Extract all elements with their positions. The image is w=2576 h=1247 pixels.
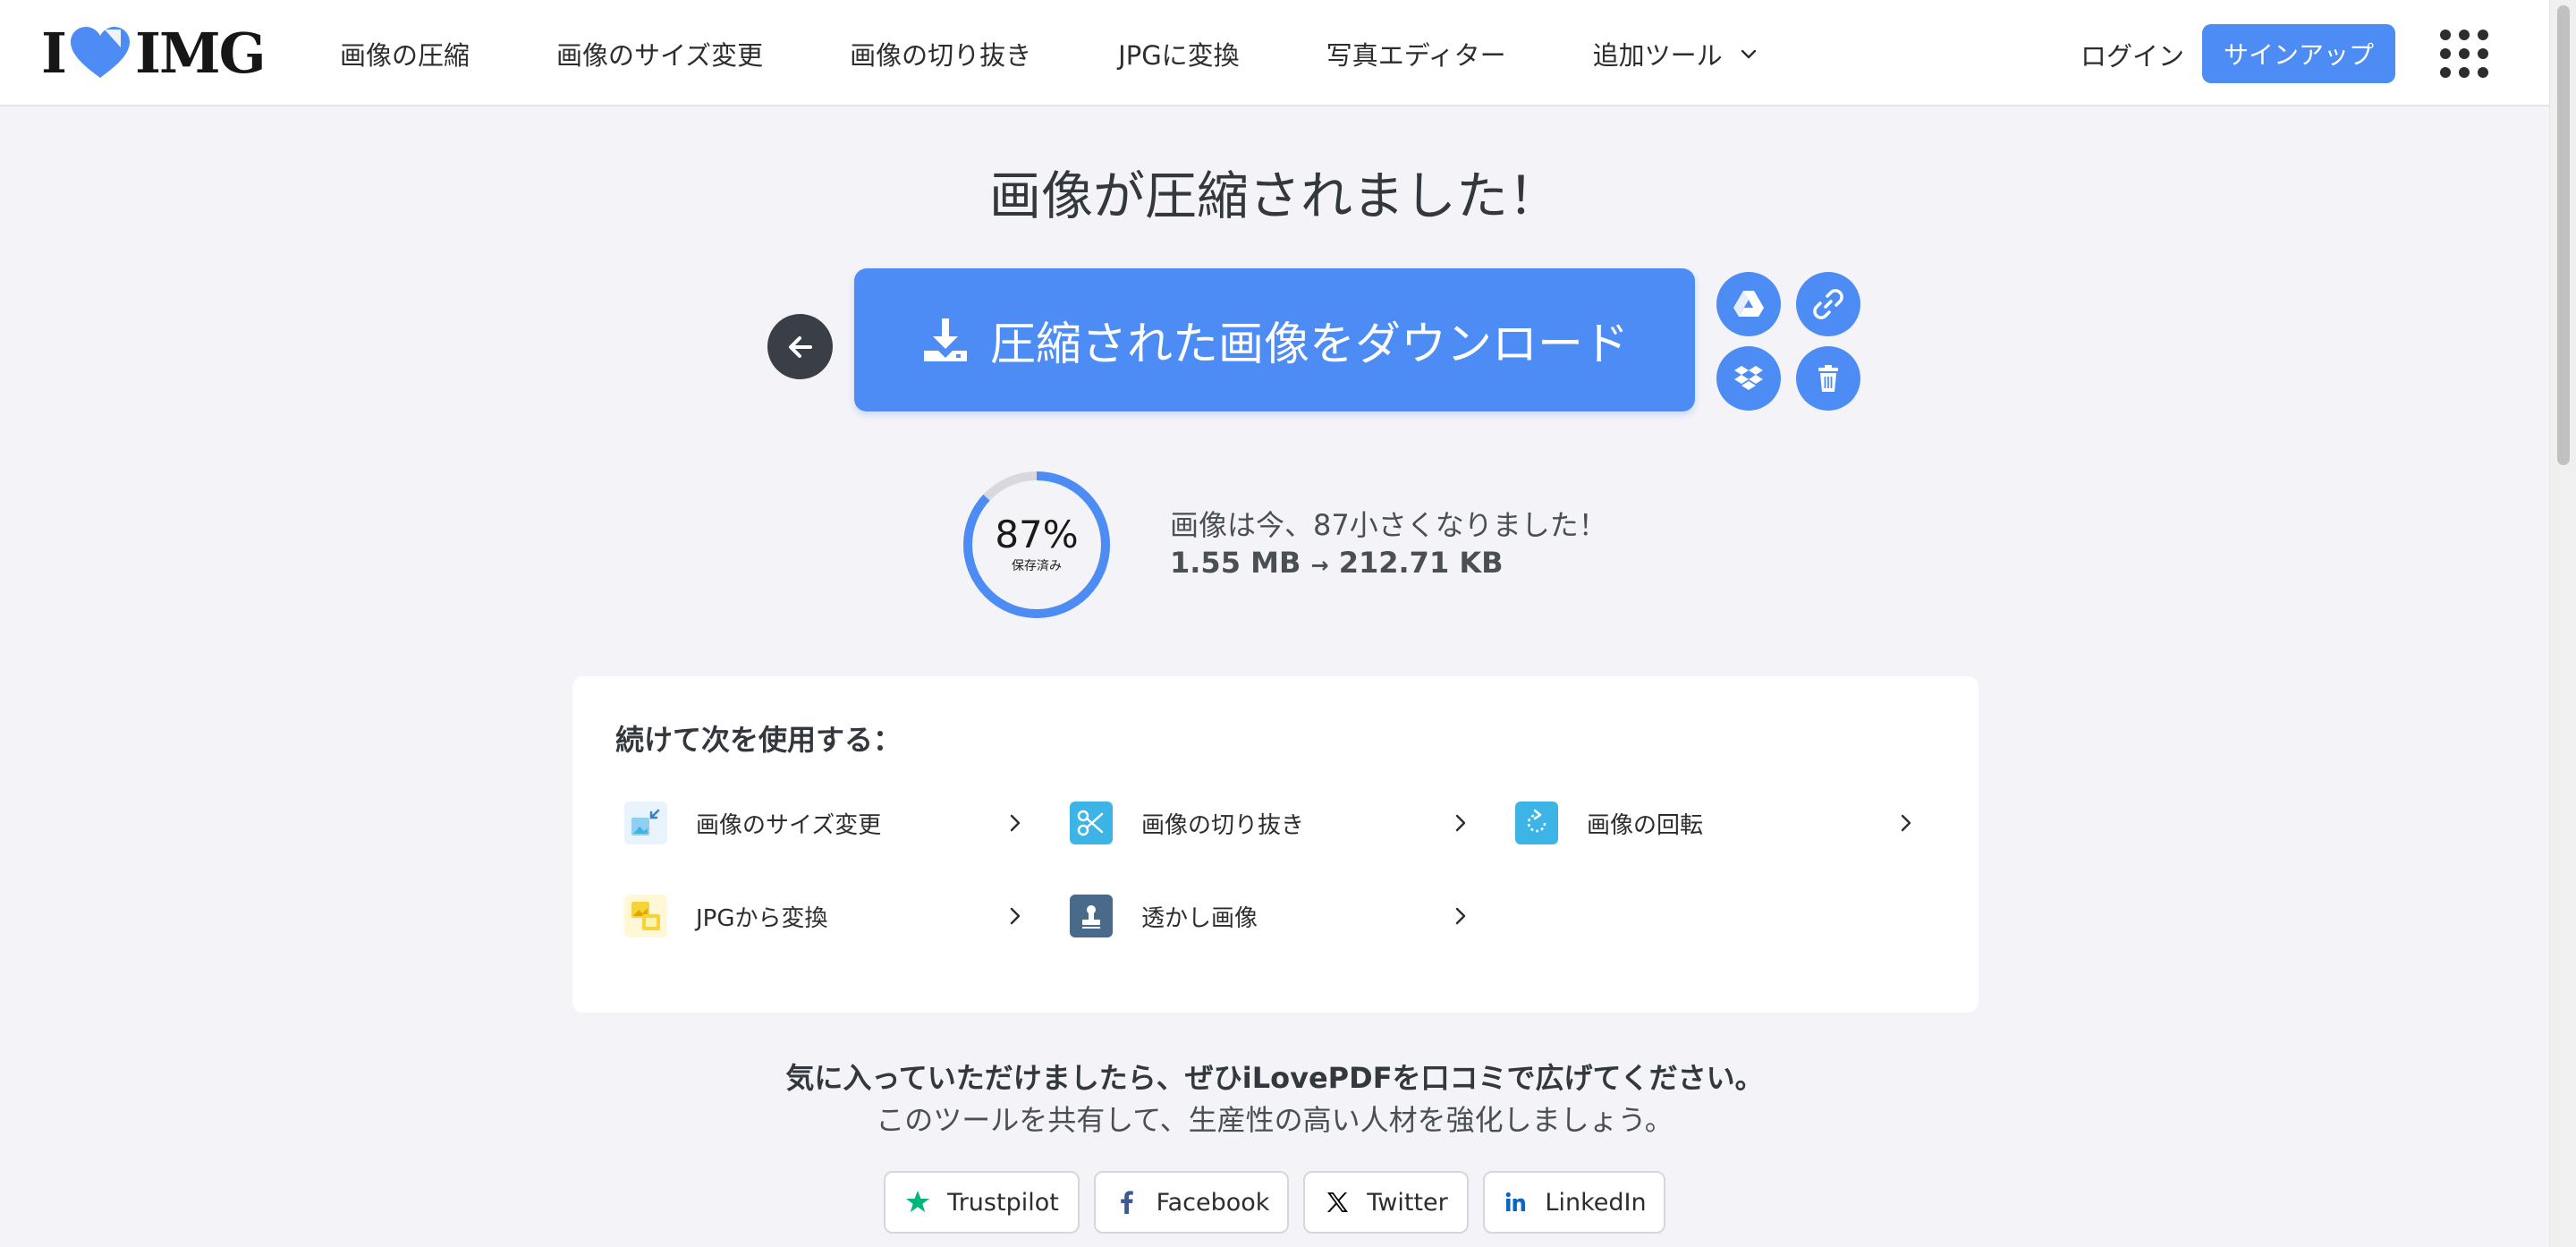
result-message: 画像は今、87小さくなりました！ [1170,508,1607,542]
continue-tools-card: 続けて次を使用する： 画像のサイズ変更 画像の切り抜き 画像の回転 JPGから変… [572,676,1979,1013]
nav-photo-editor[interactable]: 写真エディター [1326,35,1506,72]
share-prompt: 気に入っていただけましたら、ぜひiLovePDFを口コミで広げてください。 [785,1061,1764,1095]
savings-percent: 87% [995,513,1079,556]
tool-watermark-label: 透かし画像 [1141,904,1258,932]
download-compressed-image-button[interactable]: 圧縮された画像をダウンロード [854,268,1695,411]
login-link[interactable]: ログイン [2080,36,2184,73]
tool-convert-from-jpg[interactable]: JPGから変換 [615,889,1025,943]
nav-resize-image[interactable]: 画像のサイズ変更 [556,35,763,72]
size-arrow: → [1310,553,1329,578]
heart-logo-icon [71,27,131,78]
facebook-icon [1120,1191,1133,1214]
scissors-icon [1070,802,1113,844]
scrollbar-thumb[interactable] [2557,5,2570,465]
link-icon [1813,289,1843,319]
nav-compress-image[interactable]: 画像の圧縮 [340,35,470,72]
trustpilot-button[interactable]: Trustpilot [884,1171,1080,1234]
twitter-label: Twitter [1367,1188,1448,1217]
nav-crop-image[interactable]: 画像の切り抜き [850,35,1031,72]
savings-ring-label: 87% 保存済み [961,513,1113,574]
iloveimg-logo[interactable]: I IMG [41,21,267,86]
tool-rotate-label: 画像の回転 [1587,811,1704,839]
chevron-right-icon [1455,907,1466,925]
share-subtext: このツールを共有して、生産性の高い人材を強化しましょう。 [876,1103,1674,1137]
download-label: 圧縮された画像をダウンロード [989,318,1629,371]
continue-title: 続けて次を使用する： [615,723,902,757]
share-link-button[interactable] [1796,272,1860,336]
tool-crop-image[interactable]: 画像の切り抜き [1061,796,1470,850]
download-icon [923,318,967,361]
chevron-right-icon [1455,814,1466,832]
convert-from-jpg-icon [624,895,667,937]
save-to-dropbox-button[interactable] [1716,346,1781,411]
save-to-google-drive-button[interactable] [1716,272,1781,336]
arrow-left-icon [788,335,812,358]
logo-text-img: IMG [135,20,267,86]
tool-rotate-image[interactable]: 画像の回転 [1506,796,1916,850]
linkedin-label: LinkedIn [1545,1188,1647,1217]
chevron-right-icon [1901,814,1911,832]
delete-button[interactable] [1796,346,1860,411]
back-button[interactable] [767,314,833,379]
chevron-right-icon [1010,907,1021,925]
facebook-button[interactable]: Facebook [1094,1171,1289,1234]
watermark-icon [1070,895,1113,937]
size-before: 1.55 MB [1170,546,1301,580]
tool-convert-from-jpg-label: JPGから変換 [696,904,828,932]
tool-resize-label: 画像のサイズ変更 [696,811,882,839]
nav-convert-to-jpg[interactable]: JPGに変換 [1118,35,1240,72]
dropbox-icon [1734,366,1763,390]
nav-more-tools-label: 追加ツール [1592,39,1723,71]
tool-watermark-image[interactable]: 透かし画像 [1061,889,1470,943]
logo-text-i: I [41,20,67,86]
linkedin-button[interactable]: LinkedIn [1483,1171,1665,1234]
rotate-icon [1515,802,1558,844]
chevron-right-icon [1010,814,1021,832]
page-title: 画像が圧縮されました！ [988,165,1560,226]
facebook-label: Facebook [1156,1188,1270,1217]
main-nav: 画像の圧縮 画像のサイズ変更 画像の切り抜き JPGに変換 写真エディター 追加… [340,0,1845,106]
linkedin-icon [1506,1192,1526,1211]
trash-icon [1818,365,1838,392]
signup-button[interactable]: サインアップ [2202,24,2395,83]
nav-more-tools[interactable]: 追加ツール [1593,35,1758,72]
savings-sub-label: 保存済み [1012,559,1062,573]
google-drive-icon [1733,291,1764,317]
tool-resize-image[interactable]: 画像のサイズ変更 [615,796,1025,850]
apps-grid-icon[interactable] [2440,30,2488,78]
trustpilot-label: Trustpilot [947,1188,1059,1217]
result-size-change: 1.55 MB → 212.71 KB [1170,546,1504,580]
chevron-down-icon [1741,49,1756,58]
size-after: 212.71 KB [1338,546,1504,580]
page-scrollbar[interactable] [2549,0,2576,1247]
top-header: I IMG 画像の圧縮 画像のサイズ変更 画像の切り抜き JPGに変換 写真エデ… [0,0,2549,106]
x-twitter-icon [1327,1192,1349,1212]
twitter-button[interactable]: Twitter [1303,1171,1469,1234]
trustpilot-star-icon [906,1191,930,1212]
tool-crop-label: 画像の切り抜き [1141,811,1305,839]
resize-icon [624,802,667,844]
